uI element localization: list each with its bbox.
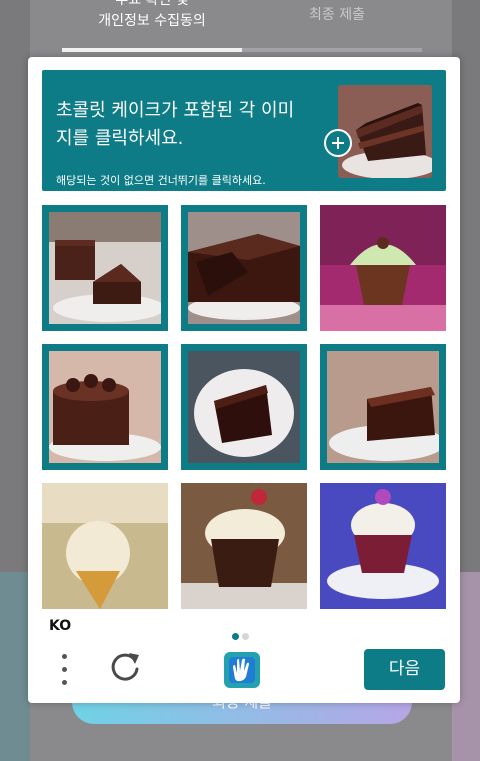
tile-chocolate-cake-slices[interactable]: [42, 205, 168, 331]
tile-image: [327, 351, 439, 463]
step-tab-consent: 투표 확인 및 개인정보 수집동의: [62, 0, 242, 48]
vertical-dots-icon[interactable]: [58, 652, 72, 688]
tile-image: [181, 483, 307, 609]
tile-image: [188, 351, 300, 463]
prompt-title: 초콜릿 케이크가 포함된 각 이미지를 클릭하세요.: [56, 100, 295, 149]
language-selector[interactable]: KO: [49, 618, 71, 634]
tile-chocolate-cake-round[interactable]: [42, 344, 168, 470]
page-indicator: [232, 625, 252, 644]
captcha-prompt-banner: 초콜릿 케이크가 포함된 각 이미지를 클릭하세요. 해당되는 것이 없으면 건…: [42, 70, 446, 191]
prompt-subtitle: 해당되는 것이 없으면 건너뛰기를 클릭하세요.: [56, 174, 266, 187]
tile-image: [49, 351, 161, 463]
captcha-image-grid: [42, 205, 446, 609]
tile-cupcake-purple-flower[interactable]: [320, 483, 446, 609]
next-button[interactable]: 다음: [364, 649, 445, 690]
example-image-chocolate-cake[interactable]: [338, 85, 432, 178]
tile-image: [320, 205, 446, 331]
tile-chocolate-cake-slice-plate[interactable]: [181, 344, 307, 470]
step-progress-fill: [62, 48, 242, 52]
step-tab-consent-line1: 투표 확인 및: [115, 0, 189, 8]
tile-chocolate-cake-whole[interactable]: [181, 205, 307, 331]
step-tab-consent-line2: 개인정보 수집동의: [98, 13, 206, 29]
tile-cupcake-green-frosting[interactable]: [320, 205, 446, 331]
refresh-icon[interactable]: [108, 650, 142, 684]
tile-cupcake-cream-berry[interactable]: [181, 483, 307, 609]
background-left-band: [0, 572, 30, 761]
tile-image: [49, 212, 161, 324]
captcha-challenge-card: 초콜릿 케이크가 포함된 각 이미지를 클릭하세요. 해당되는 것이 없으면 건…: [28, 57, 460, 703]
hcaptcha-hand-logo-icon[interactable]: [221, 649, 263, 691]
tile-image: [42, 483, 168, 609]
tile-ice-cream-cone[interactable]: [42, 483, 168, 609]
example-zoom-plus-icon[interactable]: [324, 129, 352, 157]
page-dot-active: [232, 633, 239, 640]
tile-chocolate-cake-slice[interactable]: [320, 344, 446, 470]
step-tab-final-submit: 최종 제출: [309, 7, 365, 23]
tile-image: [320, 483, 446, 609]
page-dot-inactive: [242, 633, 249, 640]
tile-image: [188, 212, 300, 324]
